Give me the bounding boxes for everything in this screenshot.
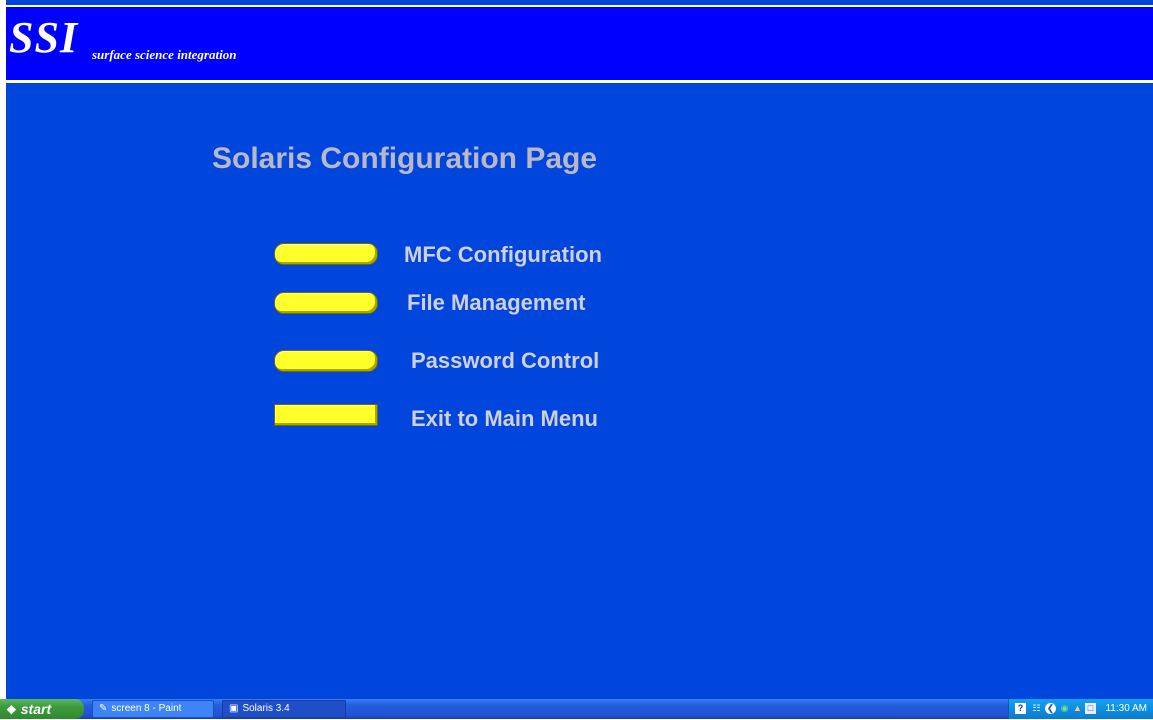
header-banner: SSI surface science integration [6,5,1153,83]
system-tray: ? ☷ ❮ ◉ ▲ □ 11:30 AM [1008,699,1153,719]
taskbar: ❖ start ✎ screen 8 - Paint ▣ Solaris 3.4 ? … [0,699,1153,719]
taskbar-item-paint[interactable]: ✎ screen 8 - Paint [92,700,214,718]
mfc-configuration-button[interactable] [274,243,378,265]
volume-icon[interactable]: ▲ [1072,703,1083,714]
password-control-button[interactable] [274,350,378,372]
clock[interactable]: 11:30 AM [1105,699,1147,719]
file-management-button[interactable] [274,292,378,314]
mfc-configuration-label: MFC Configuration [404,242,602,267]
solaris-icon: ▣ [229,703,239,714]
start-button[interactable]: ❖ start [0,699,84,719]
exit-to-main-menu-button[interactable] [274,404,378,426]
logo-tagline: surface science integration [92,47,237,62]
page-title: Solaris Configuration Page [212,142,598,175]
help-icon[interactable]: ? [1015,703,1026,714]
ssi-logo: SSI [9,13,79,62]
network-icon[interactable]: ☷ [1031,703,1042,714]
start-label: start [20,701,52,717]
taskbar-item-label: Solaris 3.4 [242,703,290,714]
paint-icon: ✎ [99,703,108,714]
taskbar-item-solaris[interactable]: ▣ Solaris 3.4 [222,700,346,718]
file-management-label: File Management [407,290,586,315]
application-window: SSI surface science integration Solaris … [6,0,1153,699]
updates-icon[interactable]: ◉ [1059,703,1070,714]
windows-flag-icon: ❖ [6,703,17,717]
taskbar-item-label: screen 8 - Paint [111,703,182,714]
password-control-label: Password Control [411,348,600,373]
display-icon[interactable]: □ [1085,703,1096,714]
security-icon[interactable]: ❮ [1045,703,1056,714]
exit-to-main-menu-label: Exit to Main Menu [411,406,598,431]
